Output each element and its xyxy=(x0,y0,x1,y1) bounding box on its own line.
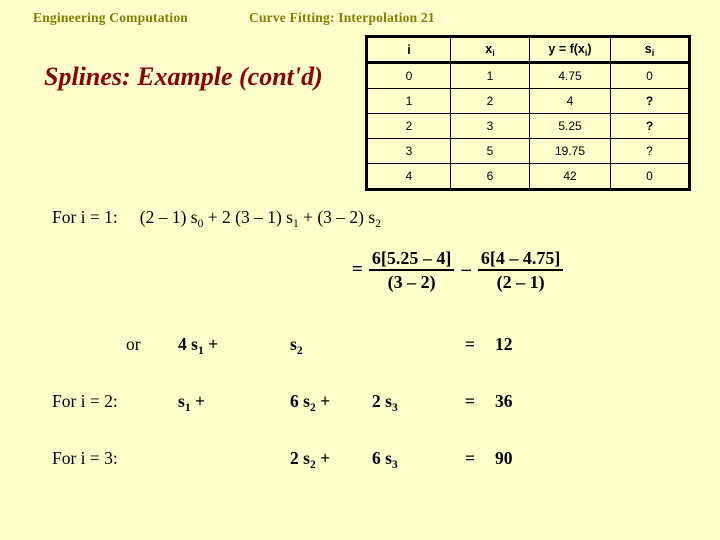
cell-x: 5 xyxy=(450,138,530,164)
fraction-term-1-numerator: 6[5.25 – 4] xyxy=(368,248,455,272)
cell-s: ? xyxy=(610,88,690,114)
equation-row-1-term-2-base: s xyxy=(290,334,297,354)
equation-row-3-term-2: 2 s2 + xyxy=(290,448,330,471)
table-row: 2 3 5.25? xyxy=(366,113,690,139)
equation-row-2-plus-2: + xyxy=(315,391,331,411)
cell-y: 42 xyxy=(529,163,611,190)
equation-row-2-rhs-base: 36 xyxy=(495,391,513,411)
cell-y: 4.75 xyxy=(529,62,611,89)
cell-y: 4 xyxy=(529,88,611,114)
page-title: Splines: Example (cont'd) xyxy=(44,62,323,91)
equation-row-3-plus-2: + xyxy=(315,448,331,468)
equation-row-3-label: For i = 3: xyxy=(52,448,118,469)
equation-row-3-equals-base: = xyxy=(465,448,475,468)
column-header-y-base: y = f(x xyxy=(548,41,585,56)
equation-row-1-rhs-base: 12 xyxy=(495,334,513,354)
equation-i1-term-c-subscript: 2 xyxy=(375,218,381,230)
equation-row-1-term-1: 4 s1 + xyxy=(178,334,218,357)
equation-row-2: For i = 2: s1 + 6 s2 + 2 s3 = 36 xyxy=(52,391,672,417)
fraction-term-1: 6[5.25 – 4] (3 – 2) xyxy=(368,248,455,293)
cell-index: 4 xyxy=(366,163,451,190)
cell-s: ? xyxy=(610,138,690,164)
equation-row-1: or 4 s1 + s2 = 12 xyxy=(52,334,672,360)
column-header-y-close: ) xyxy=(587,41,592,56)
cell-index: 0 xyxy=(366,62,451,89)
cell-index: 3 xyxy=(366,138,451,164)
fraction-term-1-denominator: (3 – 2) xyxy=(387,272,436,293)
column-header-s-base: s xyxy=(644,41,652,56)
cell-y: 19.75 xyxy=(529,138,611,164)
cell-y: 5.25 xyxy=(529,113,611,139)
header-topic-label: Curve Fitting: Interpolation 21 xyxy=(249,10,435,25)
equation-row-2-label: For i = 2: xyxy=(52,391,118,412)
equation-row-3-term-2-base: 2 s xyxy=(290,448,310,468)
equation-row-2-term-2: 6 s2 + xyxy=(290,391,330,414)
fraction-term-2-numerator: 6[4 – 4.75] xyxy=(477,248,564,272)
table-row: 0 1 4.75 0 xyxy=(366,62,690,89)
equation-row-1-equals: = xyxy=(465,334,475,355)
equation-row-2-term-1-base: s xyxy=(178,391,185,411)
equation-row-2-term-3-base: 2 s xyxy=(372,391,392,411)
equation-row-3: For i = 3: 2 s2 + 6 s3 = 90 xyxy=(52,448,672,474)
table-row: 3 5 19.75? xyxy=(366,138,690,164)
equation-row-1-equals-base: = xyxy=(465,334,475,354)
equation-row-2-rhs: 36 xyxy=(495,391,513,412)
fraction-term-2: 6[4 – 4.75] (2 – 1) xyxy=(477,248,564,293)
cell-x: 3 xyxy=(450,113,530,139)
cell-x: 2 xyxy=(450,88,530,114)
equation-row-3-term-3: 6 s3 xyxy=(372,448,398,471)
equation-row-3-rhs: 90 xyxy=(495,448,513,469)
equation-row-1-term-2: s2 xyxy=(290,334,303,357)
equation-row-3-label-base: For i = 3: xyxy=(52,448,118,468)
column-header-x-subscript: i xyxy=(492,47,495,58)
column-header-index: i xyxy=(366,36,451,64)
equation-i1-term-b: + 2 (3 – 1) s xyxy=(203,207,293,227)
column-header-x: xi xyxy=(450,36,530,64)
equation-row-2-term-1: s1 + xyxy=(178,391,205,414)
cell-x: 6 xyxy=(450,163,530,190)
table-row: 4 6 42 0 xyxy=(366,163,690,190)
equation-row-3-term-3-base: 6 s xyxy=(372,448,392,468)
equation-for-i-1: For i = 1: (2 – 1) s0 + 2 (3 – 1) s1 + (3… xyxy=(52,207,381,230)
spline-data-table: i xi y = f(xi) si 0 1 4.75 0 1 2 4? 2 3 5.25? 3 5 19… xyxy=(365,35,691,191)
fraction-expression: = 6[5.25 – 4] (3 – 2) – 6[4 – 4.75] (2 –… xyxy=(352,248,564,293)
equation-i1-term-a: (2 – 1) s xyxy=(139,207,198,227)
equation-i1-label: For i = 1: xyxy=(52,207,118,227)
cell-index: 2 xyxy=(366,113,451,139)
equation-row-2-label-base: For i = 2: xyxy=(52,391,118,411)
cell-s: 0 xyxy=(610,62,690,89)
column-header-index-text: i xyxy=(407,42,411,57)
cell-s: 0 xyxy=(610,163,690,190)
fraction-equals-sign: = xyxy=(352,259,363,281)
equation-row-2-equals: = xyxy=(465,391,475,412)
column-header-y: y = f(xi) xyxy=(529,36,611,64)
equation-row-2-term-3-subscript: 3 xyxy=(391,402,398,414)
equation-row-1-rhs: 12 xyxy=(495,334,513,355)
equation-row-3-equals: = xyxy=(465,448,475,469)
header-course-label: Engineering Computation xyxy=(33,10,188,25)
equation-row-3-term-3-subscript: 3 xyxy=(391,459,398,471)
equation-row-1-label: or xyxy=(126,334,141,355)
equation-row-3-rhs-base: 90 xyxy=(495,448,513,468)
equation-row-2-term-2-base: 6 s xyxy=(290,391,310,411)
cell-x: 1 xyxy=(450,62,530,89)
equation-row-1-term-1-base: 4 s xyxy=(178,334,198,354)
fraction-term-2-denominator: (2 – 1) xyxy=(496,272,545,293)
equation-i1-term-c: + (3 – 2) s xyxy=(298,207,376,227)
cell-index: 1 xyxy=(366,88,451,114)
column-header-s: si xyxy=(610,36,690,64)
table-row: 1 2 4? xyxy=(366,88,690,114)
equation-row-1-term-2-subscript: 2 xyxy=(296,345,303,357)
fraction-minus-operator: – xyxy=(461,259,471,281)
equation-row-2-plus-1: + xyxy=(190,391,205,411)
table-header-row: i xi y = f(xi) si xyxy=(366,36,690,64)
equation-row-1-plus-1: + xyxy=(203,334,219,354)
equation-row-2-equals-base: = xyxy=(465,391,475,411)
column-header-s-subscript: i xyxy=(651,47,655,58)
equation-row-2-term-3: 2 s3 xyxy=(372,391,398,414)
equation-row-1-label-base: or xyxy=(126,334,141,354)
cell-s: ? xyxy=(610,113,690,139)
